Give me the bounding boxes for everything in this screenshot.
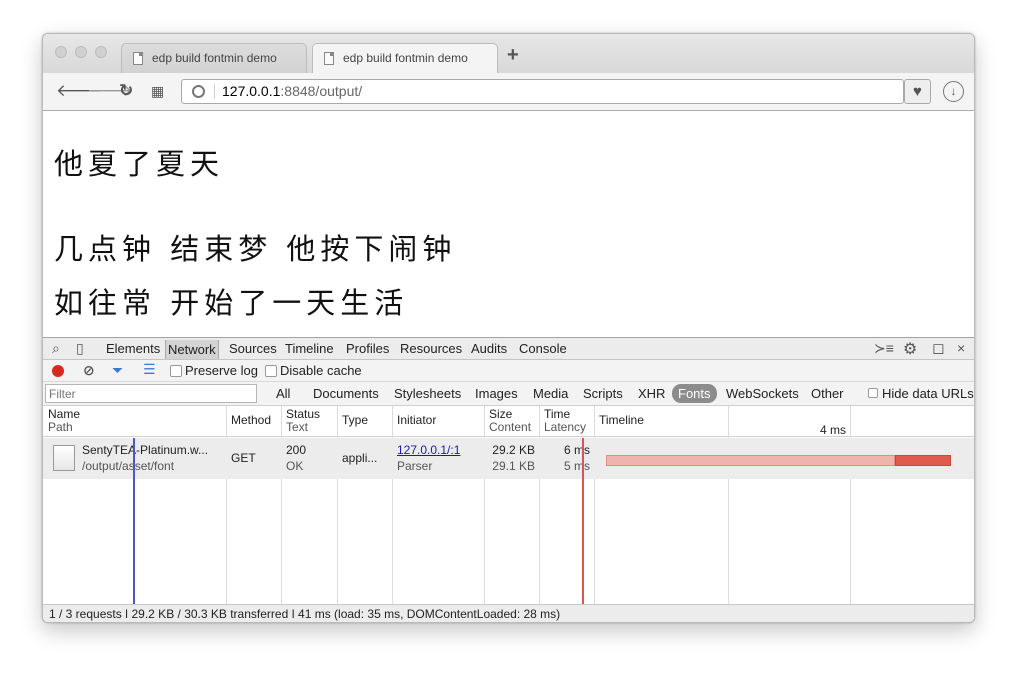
- filter-all[interactable]: All: [276, 386, 290, 401]
- initiator-link[interactable]: 127.0.0.1/:1: [397, 442, 460, 458]
- timeline-receiving-bar: [895, 455, 951, 466]
- reload-icon[interactable]: ↻: [119, 81, 133, 101]
- column-divider: [281, 406, 282, 604]
- download-icon[interactable]: ↓: [943, 81, 964, 102]
- tab-timeline[interactable]: Timeline: [285, 341, 334, 356]
- tab-resources[interactable]: Resources: [400, 341, 462, 356]
- lyric-line-1: 他夏了夏天: [54, 147, 225, 181]
- request-type: appli...: [342, 451, 378, 465]
- filter-other[interactable]: Other: [811, 386, 844, 401]
- page-icon: [324, 52, 334, 65]
- apps-grid-icon[interactable]: ▦: [151, 81, 164, 101]
- clear-icon[interactable]: ⊘: [83, 362, 95, 379]
- domcontentloaded-marker: [133, 438, 135, 604]
- lyric-line-2: 几点钟 结束梦 他按下闹钟: [54, 232, 457, 266]
- heart-icon[interactable]: ♥: [904, 79, 931, 104]
- filter-documents[interactable]: Documents: [313, 386, 379, 401]
- column-method[interactable]: Method: [231, 414, 271, 427]
- filter-xhr[interactable]: XHR: [638, 386, 665, 401]
- page-icon: [133, 52, 143, 65]
- timeline-gridline: [728, 406, 729, 604]
- column-type[interactable]: Type: [342, 414, 368, 427]
- browser-toolbar: 🡐 🡒 ↻ ▦ 127.0.0.1:8848/output/ ♥ ↓: [43, 73, 974, 111]
- tab-sources[interactable]: Sources: [229, 341, 277, 356]
- column-name[interactable]: Name Path: [48, 408, 80, 434]
- tab-console[interactable]: Console: [519, 341, 567, 356]
- minimize-window-button[interactable]: [75, 46, 87, 58]
- column-time[interactable]: Time Latency: [544, 408, 586, 434]
- filter-images[interactable]: Images: [475, 386, 518, 401]
- dock-icon[interactable]: ◻: [932, 339, 944, 357]
- device-mode-icon[interactable]: ▯: [76, 340, 84, 357]
- timeline-waiting-bar: [606, 455, 895, 466]
- timeline-tick-label: 4 ms: [820, 423, 847, 437]
- column-divider: [594, 406, 595, 604]
- disable-cache-checkbox[interactable]: [265, 365, 277, 377]
- file-icon: [53, 445, 75, 471]
- column-timeline[interactable]: Timeline: [599, 414, 644, 427]
- filter-bar: All Documents Stylesheets Images Media S…: [43, 382, 974, 406]
- lyric-line-3: 如往常 开始了一天生活: [54, 286, 409, 320]
- zoom-window-button[interactable]: [95, 46, 107, 58]
- column-divider: [484, 406, 485, 604]
- filter-websockets[interactable]: WebSockets: [726, 386, 799, 401]
- tab-title: edp build fontmin demo: [343, 51, 468, 65]
- column-status[interactable]: Status Text: [286, 408, 320, 434]
- address-bar[interactable]: 127.0.0.1:8848/output/: [181, 79, 904, 104]
- new-tab-button[interactable]: +: [507, 44, 519, 67]
- tab-strip: edp build fontmin demo edp build fontmin…: [43, 34, 974, 74]
- hide-data-urls-checkbox[interactable]: [868, 388, 878, 398]
- tab-elements[interactable]: Elements: [106, 341, 160, 356]
- filter-scripts[interactable]: Scripts: [583, 386, 623, 401]
- request-method: GET: [231, 451, 256, 465]
- column-divider: [226, 406, 227, 604]
- tab-title: edp build fontmin demo: [152, 51, 277, 65]
- omnibox-divider: [214, 84, 215, 99]
- request-name: SentyTEA-Platinum.w... /output/asset/fon…: [82, 443, 209, 473]
- page-content: 他夏了夏天 几点钟 结束梦 他按下闹钟 如往常 开始了一天生活: [43, 111, 974, 337]
- column-divider: [392, 406, 393, 604]
- gear-icon[interactable]: ⚙: [903, 339, 917, 359]
- preserve-log-label: Preserve log: [185, 363, 258, 378]
- browser-tab[interactable]: edp build fontmin demo: [121, 43, 307, 74]
- browser-window: edp build fontmin demo edp build fontmin…: [42, 33, 975, 623]
- devtools-tab-bar: ⌕ ▯ Elements Network Sources Timeline Pr…: [43, 338, 974, 360]
- filter-media[interactable]: Media: [533, 386, 568, 401]
- hide-data-urls-label: Hide data URLs: [882, 386, 974, 401]
- network-toolbar: ⊘ ⏷ ☰ Preserve log Disable cache: [43, 360, 974, 382]
- tab-network[interactable]: Network: [165, 340, 219, 359]
- search-icon[interactable]: ⌕: [52, 340, 60, 357]
- list-view-icon[interactable]: ☰: [143, 361, 156, 378]
- column-initiator[interactable]: Initiator: [397, 414, 436, 427]
- column-divider: [539, 406, 540, 604]
- timeline-gridline: [850, 406, 851, 604]
- network-summary: 1 / 3 requests ǀ 29.2 KB / 30.3 KB trans…: [43, 604, 974, 622]
- devtools-panel: ⌕ ▯ Elements Network Sources Timeline Pr…: [43, 337, 974, 622]
- column-divider: [337, 406, 338, 604]
- browser-tab-active[interactable]: edp build fontmin demo: [312, 43, 498, 74]
- record-icon[interactable]: [52, 365, 64, 377]
- filter-input[interactable]: [45, 384, 257, 403]
- table-header: Name Path Method Status Text Type Initiato…: [43, 406, 974, 437]
- filter-icon[interactable]: ⏷: [112, 362, 123, 379]
- globe-icon: [192, 85, 205, 98]
- url-path: :8848/output/: [280, 83, 363, 99]
- preserve-log-checkbox[interactable]: [170, 365, 182, 377]
- tab-audits[interactable]: Audits: [471, 341, 507, 356]
- column-size[interactable]: Size Content: [489, 408, 531, 434]
- load-marker: [582, 438, 584, 604]
- url-host: 127.0.0.1: [222, 83, 281, 99]
- filter-stylesheets[interactable]: Stylesheets: [394, 386, 461, 401]
- close-icon[interactable]: ×: [957, 340, 965, 356]
- request-status: 200 OK: [286, 443, 307, 473]
- console-drawer-icon[interactable]: ≻≡: [874, 340, 894, 357]
- request-size: 29.2 KB 29.1 KB: [492, 443, 535, 473]
- close-window-button[interactable]: [55, 46, 67, 58]
- disable-cache-label: Disable cache: [280, 363, 362, 378]
- request-initiator: 127.0.0.1/:1 Parser: [397, 442, 461, 473]
- table-row[interactable]: SentyTEA-Platinum.w... /output/asset/fon…: [43, 438, 974, 479]
- filter-fonts[interactable]: Fonts: [672, 384, 717, 403]
- tab-profiles[interactable]: Profiles: [346, 341, 389, 356]
